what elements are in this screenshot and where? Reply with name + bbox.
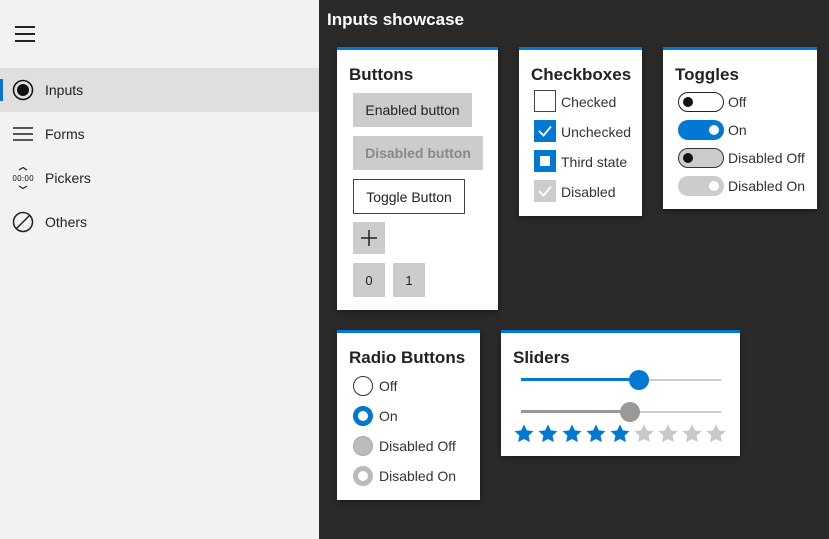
selection-indicator: [0, 79, 3, 101]
toggle-button[interactable]: Toggle Button: [353, 179, 465, 214]
sidebar-item-forms[interactable]: Forms: [0, 112, 319, 156]
plus-icon: [361, 230, 377, 246]
star-icon[interactable]: [561, 423, 583, 445]
card-title: Radio Buttons: [349, 348, 466, 367]
toggle-label: Off: [728, 94, 747, 110]
radio-disabled-off: [353, 436, 373, 456]
star-icon[interactable]: [657, 423, 679, 445]
lines-icon: [13, 127, 33, 141]
toggle-label: Disabled On: [728, 178, 806, 194]
checkbox-disabled: [534, 180, 556, 202]
sidebar-item-inputs[interactable]: Inputs: [0, 68, 319, 112]
sidebar-item-label: Inputs: [45, 82, 84, 98]
hamburger-icon[interactable]: [15, 26, 35, 42]
sidebar-item-label: Forms: [45, 126, 85, 142]
checkbox-label: Checked: [561, 94, 617, 110]
circle-slash-icon: [12, 211, 34, 233]
star-icon[interactable]: [513, 423, 535, 445]
page-title: Inputs showcase: [327, 10, 464, 29]
sidebar-item-label: Pickers: [45, 170, 91, 186]
slider-thumb[interactable]: [629, 370, 649, 390]
checkbox-third-state[interactable]: [534, 150, 556, 172]
sidebar: Inputs Forms 00:00 Pickers Others: [0, 0, 319, 539]
checkbox-unchecked[interactable]: [534, 120, 556, 142]
toggle-label: On: [728, 122, 747, 138]
time-picker-icon-text: 00:00: [12, 174, 34, 183]
sidebar-item-others[interactable]: Others: [0, 200, 319, 244]
radio-buttons-card: Radio Buttons Off On Disabled Off Disabl…: [337, 330, 480, 500]
radio-label: Disabled On: [379, 468, 457, 484]
checkbox-label: Disabled: [561, 184, 616, 200]
radio-disabled-on: [353, 466, 373, 486]
zero-button[interactable]: 0: [353, 263, 385, 297]
toggles-card: Toggles Off On Disabled Off Disabled On: [663, 47, 817, 209]
disabled-button: Disabled button: [353, 136, 483, 170]
star-rating[interactable]: [513, 423, 729, 445]
toggle-disabled-off: [678, 148, 724, 168]
toggle-off[interactable]: [678, 92, 724, 112]
card-title: Sliders: [513, 348, 570, 367]
radio-button-icon: [12, 79, 34, 101]
checkbox-label: Unchecked: [561, 124, 632, 140]
checkboxes-card: Checkboxes Checked Unchecked Third state…: [519, 47, 642, 216]
card-title: Buttons: [349, 65, 414, 84]
slider-disabled: [521, 402, 721, 422]
radio-off[interactable]: [353, 376, 373, 396]
star-icon[interactable]: [609, 423, 631, 445]
checkbox-label: Third state: [561, 154, 628, 170]
radio-label: On: [379, 408, 398, 424]
slider-enabled[interactable]: [521, 370, 721, 390]
one-button[interactable]: 1: [393, 263, 425, 297]
toggle-disabled-on: [678, 176, 724, 196]
add-button[interactable]: [353, 222, 385, 254]
slider-thumb: [620, 402, 640, 422]
star-icon[interactable]: [537, 423, 559, 445]
card-title: Checkboxes: [531, 65, 632, 84]
radio-on[interactable]: [353, 406, 373, 426]
sidebar-item-pickers[interactable]: 00:00 Pickers: [0, 156, 319, 200]
toggle-on[interactable]: [678, 120, 724, 140]
card-title: Toggles: [675, 65, 739, 84]
buttons-card: Buttons Enabled button Disabled button T…: [337, 47, 498, 310]
star-icon[interactable]: [585, 423, 607, 445]
sliders-card: Sliders: [501, 330, 740, 456]
enabled-button[interactable]: Enabled button: [353, 93, 472, 127]
toggle-label: Disabled Off: [728, 150, 805, 166]
checkbox-checked[interactable]: [534, 90, 556, 112]
radio-label: Off: [379, 378, 398, 394]
radio-label: Disabled Off: [379, 438, 456, 454]
star-icon[interactable]: [633, 423, 655, 445]
star-icon[interactable]: [681, 423, 703, 445]
slider-fill: [521, 410, 630, 413]
star-icon[interactable]: [705, 423, 727, 445]
sidebar-item-label: Others: [45, 214, 88, 230]
slider-fill: [521, 378, 639, 381]
time-picker-icon: 00:00: [12, 167, 34, 189]
